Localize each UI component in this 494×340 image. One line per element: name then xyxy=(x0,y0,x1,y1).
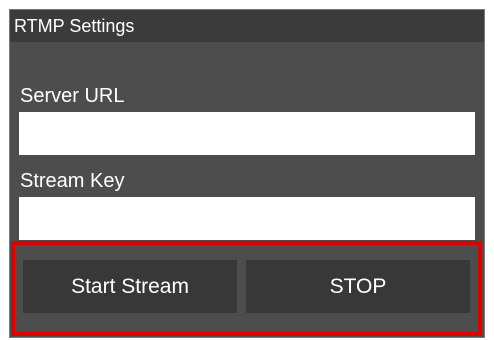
panel-title-bar: RTMP Settings xyxy=(10,10,484,42)
server-url-input[interactable] xyxy=(19,112,475,155)
panel-title: RTMP Settings xyxy=(14,16,135,36)
stop-button[interactable]: STOP xyxy=(246,260,470,313)
stream-key-input[interactable] xyxy=(19,197,475,240)
start-stream-button[interactable]: Start Stream xyxy=(23,260,237,313)
stream-key-label: Stream Key xyxy=(20,170,125,192)
stream-controls-highlight: Start Stream STOP xyxy=(11,241,482,336)
server-url-label: Server URL xyxy=(20,85,125,107)
rtmp-settings-panel: RTMP Settings Server URL Stream Key Star… xyxy=(9,9,485,338)
